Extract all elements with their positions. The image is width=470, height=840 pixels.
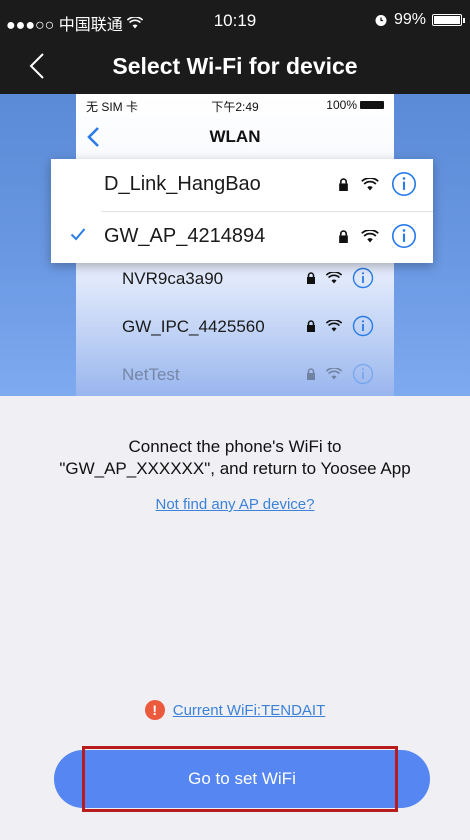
lock-icon <box>339 229 348 243</box>
go-to-set-wifi-button[interactable]: Go to set WiFi <box>54 750 430 808</box>
network-icons <box>338 171 417 197</box>
not-find-ap-link[interactable]: Not find any AP device? <box>0 496 470 513</box>
status-bar: ●●●○○ 中国联通 10:19 99% <box>0 0 470 40</box>
network-name: NetTest <box>122 365 180 384</box>
lock-icon <box>307 320 315 332</box>
highlighted-network-card: D_Link_HangBao GW_AP_4214894 <box>51 159 433 263</box>
highlighted-network-row-selected: GW_AP_4214894 <box>51 211 433 263</box>
top-bar: ●●●○○ 中国联通 10:19 99% Select Wi-Fi for de… <box>0 0 470 94</box>
network-icons <box>338 223 417 249</box>
illustration-network-row: NetTest <box>76 351 394 396</box>
network-icons <box>306 363 374 385</box>
info-icon <box>352 267 374 289</box>
current-wifi-row: ! Current WiFi:TENDAIT <box>0 700 470 720</box>
info-icon <box>391 223 417 249</box>
network-name: GW_AP_4214894 <box>104 225 266 247</box>
network-icons <box>306 315 374 337</box>
instruction-line-1: Connect the phone's WiFi to <box>128 437 342 456</box>
illustration-wlan-title: WLAN <box>209 127 261 146</box>
illustration-network-row: GW_IPC_4425560 <box>76 303 394 351</box>
network-name: D_Link_HangBao <box>104 173 261 195</box>
lock-icon <box>307 368 315 380</box>
page-title: Select Wi-Fi for device <box>112 53 358 79</box>
info-icon <box>352 363 374 385</box>
warning-icon: ! <box>144 700 165 720</box>
illustration-battery-percent: 100% <box>326 98 357 112</box>
network-icons <box>306 267 374 289</box>
battery-icon <box>432 14 465 26</box>
lock-icon <box>307 272 315 284</box>
checkmark-icon <box>70 228 86 241</box>
battery-fill <box>434 16 460 24</box>
network-name: NVR9ca3a90 <box>122 269 224 288</box>
lock-icon <box>339 177 348 191</box>
illustration-battery-icon <box>360 101 384 109</box>
wifi-signal-icon <box>361 229 379 242</box>
highlighted-network-row: D_Link_HangBao <box>51 159 433 211</box>
network-name: GW_IPC_4425560 <box>122 317 265 336</box>
current-wifi-link[interactable]: Current WiFi:TENDAIT <box>173 702 326 719</box>
info-icon <box>352 315 374 337</box>
wifi-signal-icon <box>361 177 379 190</box>
battery-percent: 99% <box>393 11 426 28</box>
wifi-signal-icon <box>326 368 342 380</box>
wifi-signal-icon <box>326 320 342 332</box>
illustration-battery: 100% <box>326 98 384 112</box>
alarm-clock-icon <box>375 15 387 26</box>
info-icon <box>391 171 417 197</box>
wifi-signal-icon <box>326 272 342 284</box>
battery-status: 99% <box>374 11 465 29</box>
instruction-text: Connect the phone's WiFi to "GW_AP_XXXXX… <box>0 436 470 480</box>
instruction-line-2: "GW_AP_XXXXXX", and return to Yoosee App <box>59 459 411 478</box>
